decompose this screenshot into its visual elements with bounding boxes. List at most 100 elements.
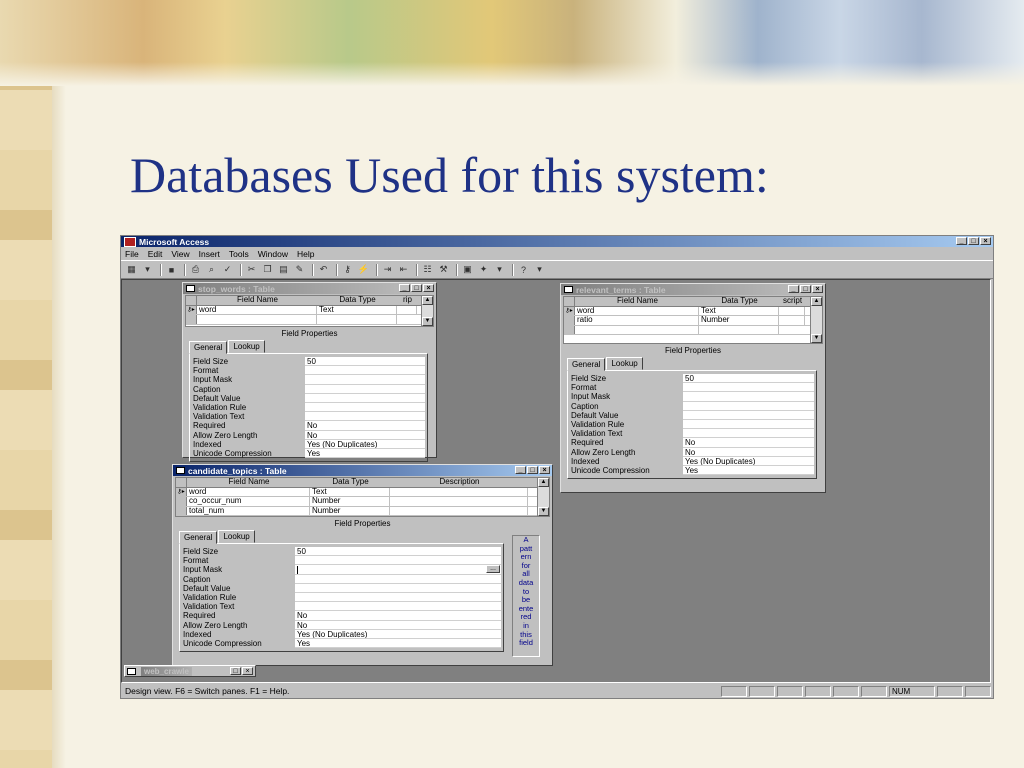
- property-value[interactable]: [305, 375, 425, 385]
- restore-button[interactable]: □: [527, 466, 538, 474]
- minimized-window-web-crawle[interactable]: web_crawle □ ×: [124, 665, 256, 677]
- close-button[interactable]: ×: [812, 285, 823, 293]
- data-type-cell[interactable]: Text: [310, 487, 390, 496]
- property-value[interactable]: Yes (No Duplicates): [305, 439, 425, 449]
- tab-lookup[interactable]: Lookup: [606, 357, 643, 370]
- property-value[interactable]: No: [295, 620, 501, 630]
- data-type-cell[interactable]: Text: [317, 305, 397, 314]
- property-value[interactable]: Yes (No Duplicates): [295, 629, 501, 639]
- menu-window[interactable]: Window: [258, 249, 288, 259]
- insert-row-icon[interactable]: ⇥: [381, 264, 394, 276]
- scroll-up-icon[interactable]: ▲: [422, 296, 433, 305]
- restore-button[interactable]: □: [968, 237, 979, 245]
- table-row[interactable]: ratio Number: [564, 316, 822, 326]
- scroll-up-icon[interactable]: ▲: [811, 297, 822, 306]
- tab-lookup[interactable]: Lookup: [218, 530, 255, 543]
- property-value[interactable]: 50: [305, 357, 425, 367]
- property-value[interactable]: [683, 419, 814, 430]
- primary-key-icon[interactable]: ⚷: [341, 264, 354, 276]
- data-type-cell[interactable]: Number: [310, 497, 390, 506]
- cut-icon[interactable]: ✂: [245, 264, 258, 276]
- paste-icon[interactable]: ▤: [277, 264, 290, 276]
- vertical-scrollbar[interactable]: ▲ ▼: [537, 478, 549, 516]
- data-type-cell[interactable]: Number: [699, 316, 779, 325]
- property-value[interactable]: No: [295, 611, 501, 621]
- build-icon[interactable]: ⚒: [437, 264, 450, 276]
- copy-icon[interactable]: ❐: [261, 264, 274, 276]
- property-value[interactable]: No: [683, 438, 814, 448]
- tab-general[interactable]: General: [179, 531, 218, 544]
- property-value[interactable]: [295, 556, 501, 566]
- minimize-button[interactable]: _: [956, 237, 967, 245]
- vertical-scrollbar[interactable]: ▲ ▼: [810, 297, 822, 343]
- menu-edit[interactable]: Edit: [148, 249, 163, 259]
- table-row[interactable]: ⚷▸ word Text: [186, 305, 433, 315]
- table-row[interactable]: [186, 315, 433, 325]
- field-name-cell[interactable]: total_num: [187, 506, 310, 515]
- help-dropdown-icon[interactable]: ▾: [533, 264, 546, 276]
- minimize-button[interactable]: _: [515, 466, 526, 474]
- table-row[interactable]: total_num Number: [176, 506, 549, 516]
- stop-words-titlebar[interactable]: stop_words : Table _ □ ×: [183, 283, 436, 294]
- menu-file[interactable]: File: [125, 249, 139, 259]
- delete-row-icon[interactable]: ⇤: [397, 264, 410, 276]
- property-value[interactable]: [305, 366, 425, 376]
- property-value[interactable]: Yes (No Duplicates): [683, 456, 814, 466]
- vertical-scrollbar[interactable]: ▲ ▼: [421, 296, 433, 326]
- spell-icon[interactable]: ✓: [221, 264, 234, 276]
- data-type-cell[interactable]: Text: [699, 306, 779, 315]
- close-button[interactable]: ×: [539, 466, 550, 474]
- property-value[interactable]: No: [305, 421, 425, 431]
- field-name-cell[interactable]: word: [187, 487, 310, 496]
- field-name-cell[interactable]: ratio: [575, 316, 699, 325]
- property-value[interactable]: [305, 402, 425, 413]
- new-object-dropdown-icon[interactable]: ▾: [493, 264, 506, 276]
- tab-general[interactable]: General: [189, 341, 228, 354]
- field-name-cell[interactable]: co_occur_num: [187, 497, 310, 506]
- property-value[interactable]: [295, 574, 501, 584]
- field-name-cell[interactable]: word: [575, 306, 699, 315]
- property-value[interactable]: [295, 583, 501, 593]
- data-type-cell[interactable]: Number: [310, 506, 390, 515]
- properties-icon[interactable]: ☷: [421, 264, 434, 276]
- menu-help[interactable]: Help: [297, 249, 314, 259]
- property-value[interactable]: [305, 412, 425, 422]
- property-value[interactable]: [305, 393, 425, 403]
- table-row[interactable]: co_occur_num Number: [176, 497, 549, 507]
- tab-lookup[interactable]: Lookup: [228, 340, 265, 353]
- table-row[interactable]: ⚷▸ word Text: [564, 306, 822, 316]
- database-window-icon[interactable]: ▣: [461, 264, 474, 276]
- tab-general[interactable]: General: [567, 358, 606, 371]
- property-value[interactable]: 50: [295, 547, 501, 557]
- property-value[interactable]: [295, 592, 501, 603]
- close-button[interactable]: ×: [980, 237, 991, 245]
- property-value[interactable]: [683, 401, 814, 411]
- undo-icon[interactable]: ↶: [317, 264, 330, 276]
- property-value[interactable]: Yes: [305, 448, 425, 459]
- property-value[interactable]: Yes: [295, 638, 501, 649]
- scroll-down-icon[interactable]: ▼: [811, 334, 822, 343]
- restore-button[interactable]: □: [230, 667, 241, 675]
- menu-view[interactable]: View: [171, 249, 189, 259]
- close-button[interactable]: ×: [423, 284, 434, 292]
- input-mask-field[interactable]: ...: [295, 565, 501, 575]
- menu-insert[interactable]: Insert: [199, 249, 220, 259]
- property-value[interactable]: Yes: [683, 465, 814, 476]
- view-icon[interactable]: ▦: [125, 264, 138, 276]
- menu-tools[interactable]: Tools: [229, 249, 249, 259]
- scroll-down-icon[interactable]: ▼: [422, 317, 433, 326]
- restore-button[interactable]: □: [800, 285, 811, 293]
- property-value[interactable]: [683, 383, 814, 393]
- property-value[interactable]: [683, 410, 814, 420]
- property-value[interactable]: No: [305, 430, 425, 440]
- save-icon[interactable]: ■: [165, 264, 178, 276]
- property-value[interactable]: [683, 429, 814, 439]
- scroll-down-icon[interactable]: ▼: [538, 507, 549, 516]
- restore-button[interactable]: □: [411, 284, 422, 292]
- table-row[interactable]: ⚷▸ word Text: [176, 487, 549, 497]
- field-name-cell[interactable]: word: [197, 305, 317, 314]
- preview-icon[interactable]: ⌕: [205, 264, 218, 276]
- minimize-button[interactable]: _: [788, 285, 799, 293]
- property-value[interactable]: 50: [683, 374, 814, 384]
- help-icon[interactable]: ?: [517, 264, 530, 276]
